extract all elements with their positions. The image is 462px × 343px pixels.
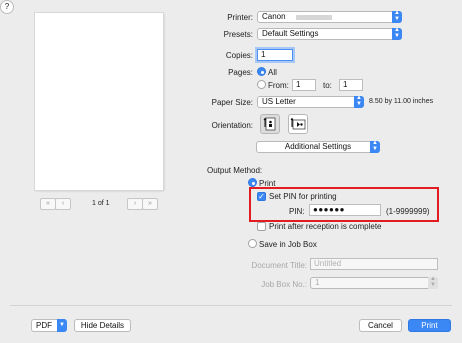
presets-select[interactable]: Default Settings ▲ ▼ [257,27,402,40]
orientation-landscape-button[interactable] [288,114,308,134]
job-box-no-label: Job Box No.: [261,280,307,289]
document-title-label: Document Title: [251,261,307,270]
pages-from-field[interactable]: 1 [292,79,316,91]
next-page-button[interactable]: › [127,198,143,210]
cancel-button[interactable]: Cancel [359,319,402,332]
chevron-updown-icon: ▲ ▼ [392,10,402,23]
print-radio[interactable] [248,178,257,187]
section-select[interactable]: Additional Settings ▲ ▼ [256,140,380,153]
paper-size-value: US Letter [262,97,296,106]
save-in-job-box-label: Save in Job Box [259,240,317,249]
pages-all-label: All [268,68,277,77]
presets-value: Default Settings [262,29,319,38]
pdf-label: PDF [36,321,52,330]
pages-label: Pages: [228,68,253,77]
help-button[interactable]: ? [0,0,14,14]
first-page-button[interactable]: « [40,198,56,210]
set-pin-checkbox[interactable]: ✓ [257,192,266,201]
page-preview [35,13,163,190]
copies-field[interactable]: 1 [257,49,293,61]
pdf-menu-button[interactable]: PDF ▼ [31,319,67,332]
redacted-printer-model [296,15,332,20]
pages-to-field[interactable]: 1 [339,79,363,91]
previous-page-button[interactable]: ‹ [55,198,71,210]
orientation-label: Orientation: [211,121,253,130]
portrait-icon [263,117,276,131]
pages-range-radio[interactable] [257,80,266,89]
pages-to-label: to: [323,81,332,90]
checkmark-icon: ✓ [258,192,265,201]
footer-divider [10,305,452,306]
job-box-no-select[interactable]: 1 ▲ ▼ [310,276,438,289]
pin-field[interactable]: ●●●●●● [309,204,381,216]
orientation-portrait-button[interactable] [260,114,280,134]
landscape-icon [290,117,306,130]
printer-select[interactable]: Canon ▲ ▼ [257,10,402,23]
paper-dimensions: 8.50 by 11.00 inches [369,98,434,105]
print-button[interactable]: Print [408,319,451,332]
hide-details-button[interactable]: Hide Details [74,319,131,332]
document-title-field[interactable]: Untitled [310,258,438,270]
pin-label: PIN: [289,207,305,216]
chevron-updown-icon: ▲ ▼ [354,95,364,108]
chevron-updown-icon: ▲ ▼ [392,27,402,40]
job-box-no-value: 1 [315,278,320,287]
print-after-reception-label: Print after reception is complete [269,222,382,231]
output-method-label: Output Method: [207,166,263,175]
presets-label: Presets: [223,30,253,39]
copies-label: Copies: [225,51,253,60]
last-page-button[interactable]: » [142,198,158,210]
printer-label: Printer: [227,13,253,22]
paper-size-select[interactable]: US Letter ▲ ▼ [257,95,364,108]
pages-from-label: From: [268,81,289,90]
pages-all-radio[interactable] [257,67,266,76]
set-pin-label: Set PIN for printing [269,192,337,201]
section-select-value: Additional Settings [284,142,352,151]
page-indicator: 1 of 1 [92,200,110,207]
chevron-down-icon: ▼ [57,319,67,332]
save-in-job-box-radio[interactable] [248,239,257,248]
chevron-updown-icon: ▲ ▼ [370,140,380,153]
paper-size-label: Paper Size: [211,98,253,107]
printer-value: Canon [262,12,286,21]
pin-range: (1-9999999) [386,207,430,216]
chevron-updown-icon: ▲ ▼ [428,276,438,289]
print-after-reception-checkbox[interactable] [257,222,266,231]
